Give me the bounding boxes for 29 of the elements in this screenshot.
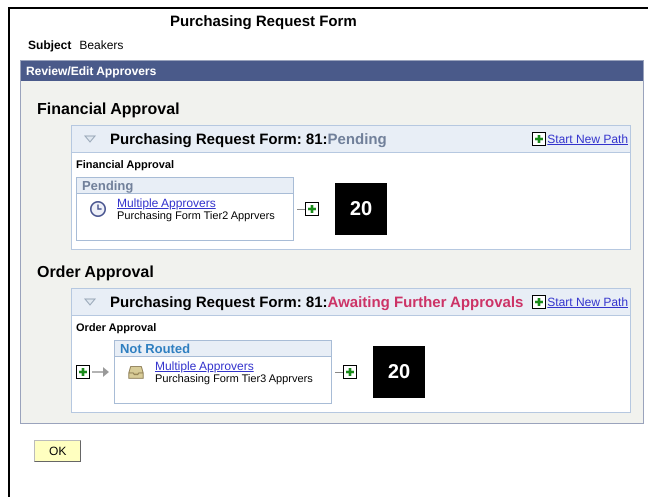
step-status: Not Routed [115, 341, 331, 357]
path-title: Purchasing Request Form: 81:Awaiting Further Approvals [110, 294, 524, 310]
step-detail: Purchasing Form Tier2 Apprvers [117, 210, 275, 222]
approvers-link[interactable]: Multiple Approvers [117, 196, 275, 210]
section-heading: Financial Approval [37, 101, 181, 119]
clock-icon [89, 200, 107, 218]
arrow-icon [92, 366, 110, 378]
path-title: Purchasing Request Form: 81:Pending [110, 130, 388, 148]
approvers-link[interactable]: Multiple Approvers [155, 359, 313, 373]
section-heading: Order Approval [37, 264, 155, 282]
subject-value: Beakers [79, 38, 124, 52]
start-new-path-link[interactable]: Start New Path [547, 132, 628, 146]
add-icon[interactable] [343, 365, 357, 379]
ok-button[interactable]: OK [34, 440, 82, 462]
panel-header: Review/Edit Approvers [21, 61, 643, 81]
stage-label: Financial Approval [76, 159, 176, 171]
step-status: Pending [77, 178, 293, 194]
stage-label: Order Approval [76, 322, 158, 334]
step-detail: Purchasing Form Tier3 Apprvers [155, 373, 313, 385]
number-label: 20 [373, 346, 425, 398]
add-icon[interactable] [76, 365, 90, 379]
add-icon[interactable] [532, 295, 546, 309]
start-new-path-link[interactable]: Start New Path [547, 295, 628, 309]
add-icon[interactable] [305, 202, 319, 216]
subject-label: Subject [28, 38, 72, 52]
add-icon[interactable] [532, 132, 546, 146]
tray-icon [127, 363, 145, 381]
number-label: 20 [335, 183, 387, 235]
form-title: Purchasing Request Form [170, 13, 358, 30]
